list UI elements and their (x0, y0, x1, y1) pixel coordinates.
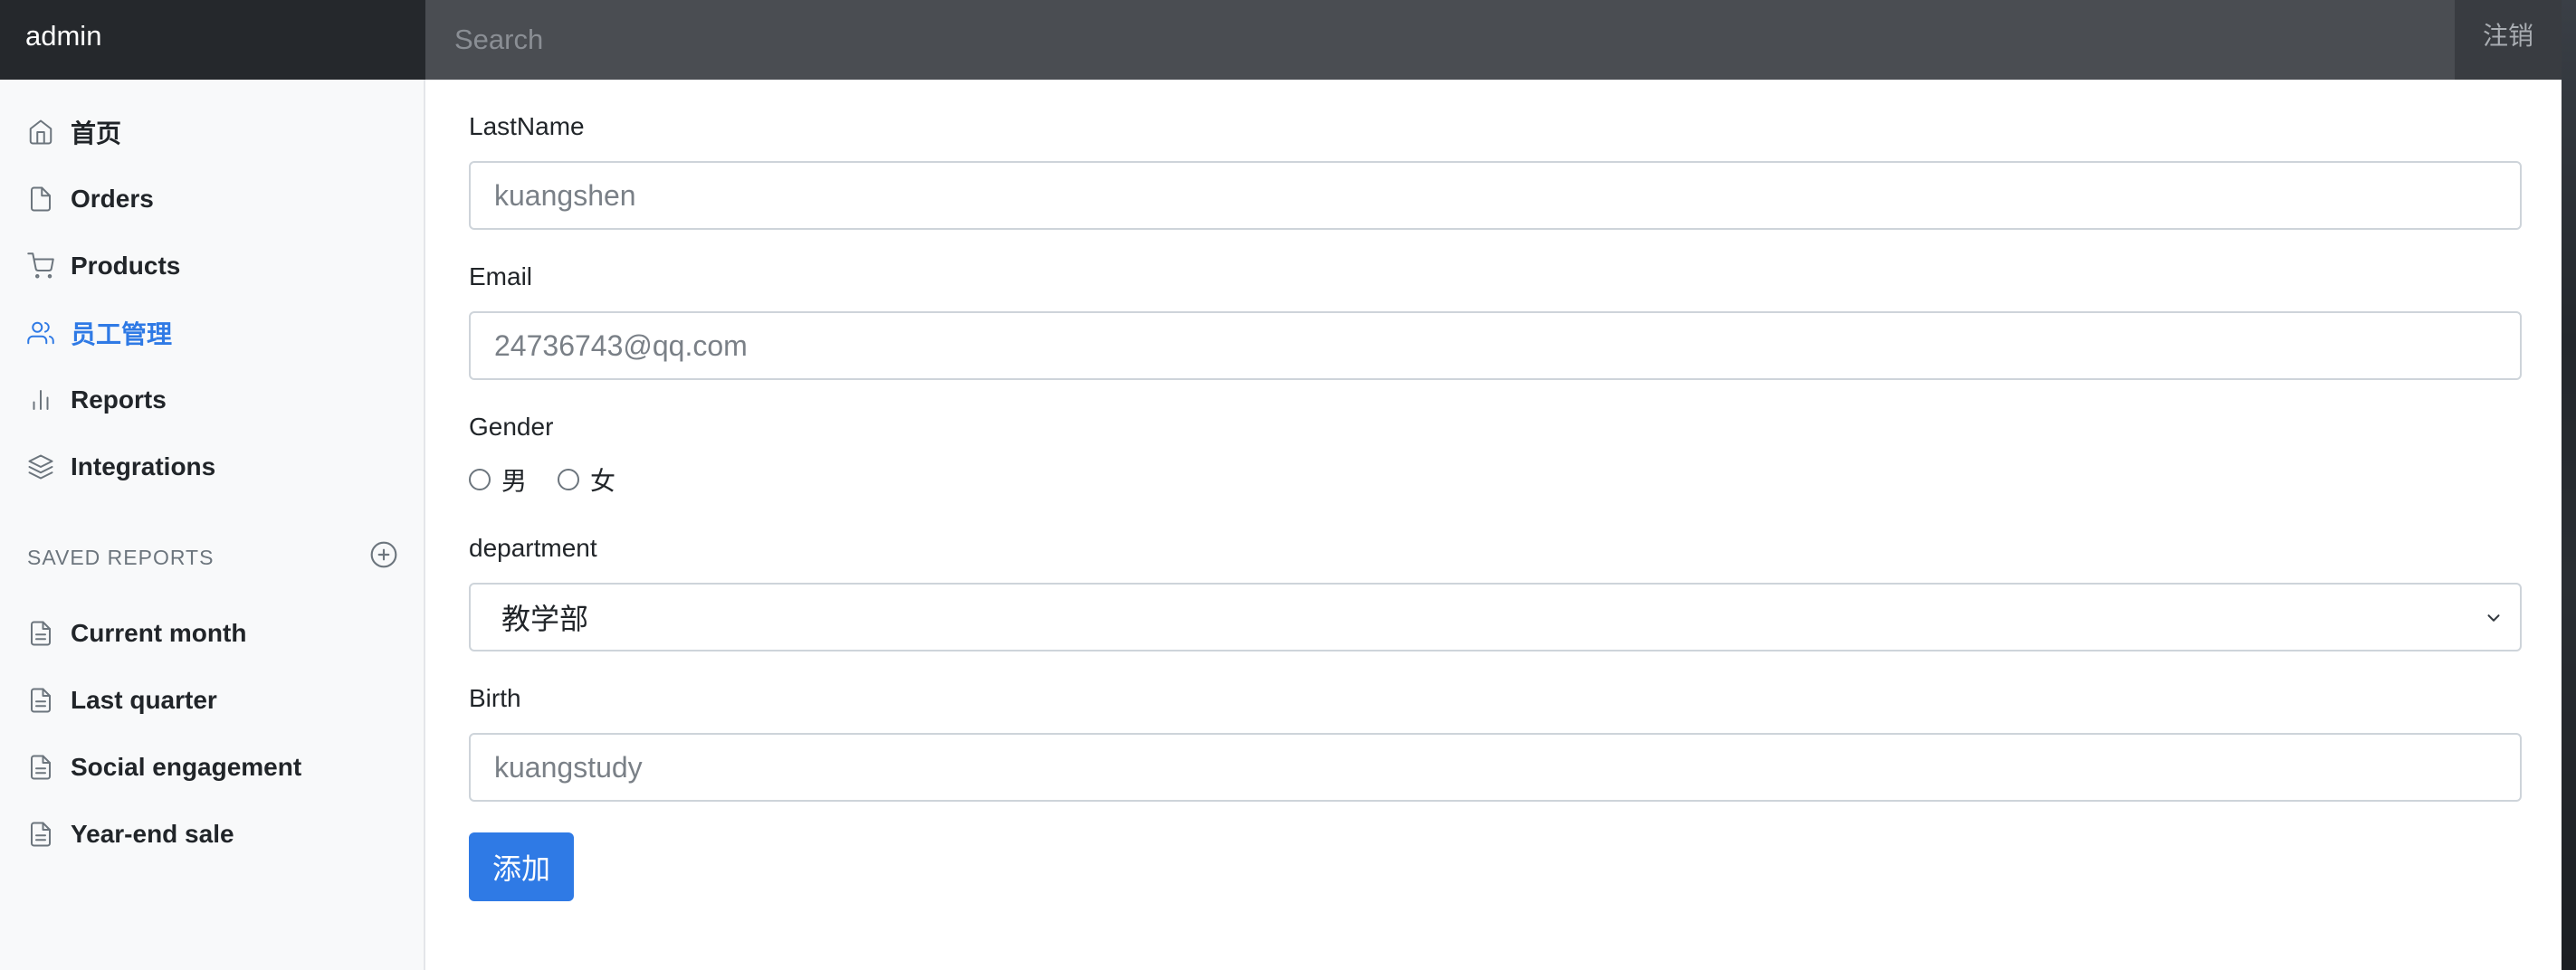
sidebar-item-products[interactable]: Products (25, 241, 180, 291)
sidebar-item-reports[interactable]: Reports (25, 375, 167, 425)
radio-label: 女 (590, 467, 616, 495)
sidebar-item-employees[interactable]: 员工管理 (25, 308, 172, 358)
layers-icon (25, 452, 56, 482)
users-icon (25, 318, 56, 348)
add-button[interactable]: 添加 (469, 832, 574, 901)
sidebar-item-label: Reports (71, 385, 167, 414)
department-select[interactable]: 教学部 (469, 583, 2522, 651)
file-text-icon (25, 685, 56, 716)
plus-circle-icon[interactable] (369, 540, 398, 575)
radio-label: 男 (501, 467, 528, 495)
saved-reports-heading: SAVED REPORTS (27, 539, 398, 575)
department-label: department (469, 534, 597, 562)
radio-button[interactable] (469, 469, 491, 490)
saved-report-current-month[interactable]: Current month (25, 608, 246, 659)
gender-option-female[interactable]: 女 (558, 461, 615, 498)
saved-report-last-quarter[interactable]: Last quarter (25, 675, 217, 726)
gender-radio-group: 男 女 (469, 463, 646, 496)
search-input[interactable] (425, 0, 2455, 80)
gender-option-male[interactable]: 男 (469, 461, 527, 498)
top-navbar: admin 注销 (0, 0, 2562, 80)
sidebar-item-integrations[interactable]: Integrations (25, 442, 215, 492)
sidebar-item-label: 员工管理 (71, 320, 173, 348)
signout-link[interactable]: 注销 (2455, 0, 2562, 80)
saved-report-label: Year-end sale (71, 820, 234, 848)
birth-input[interactable] (469, 733, 2522, 802)
saved-report-social-engagement[interactable]: Social engagement (25, 742, 301, 793)
sidebar-item-label: 首页 (71, 119, 122, 147)
email-label: Email (469, 262, 533, 290)
shopping-cart-icon (25, 251, 56, 281)
radio-button[interactable] (558, 469, 580, 490)
lastname-label: LastName (469, 112, 585, 140)
saved-report-label: Last quarter (71, 686, 217, 714)
sidebar: 首页 Orders Products 员工管理 Reports Integrat… (0, 80, 425, 970)
saved-report-year-end-sale[interactable]: Year-end sale (25, 809, 234, 860)
saved-reports-title: SAVED REPORTS (27, 545, 215, 569)
department-selected-value: 教学部 (501, 603, 589, 635)
home-icon (25, 117, 56, 147)
gender-label: Gender (469, 413, 554, 441)
file-text-icon (25, 819, 56, 850)
lastname-input[interactable] (469, 161, 2522, 230)
email-input[interactable] (469, 311, 2522, 380)
file-text-icon (25, 752, 56, 783)
file-text-icon (25, 618, 56, 649)
brand-logo[interactable]: admin (0, 0, 425, 80)
app-window: admin 注销 首页 Orders Products (0, 0, 2562, 970)
employee-form: LastName Email Gender 男 女 department 教学部… (425, 80, 2562, 970)
saved-report-label: Social engagement (71, 753, 302, 781)
sidebar-item-home[interactable]: 首页 (25, 107, 121, 157)
bar-chart-icon (25, 385, 56, 415)
sidebar-item-label: Products (71, 252, 181, 280)
chevron-down-icon (2487, 614, 2500, 622)
sidebar-item-label: Integrations (71, 452, 216, 480)
file-icon (25, 184, 56, 214)
saved-report-label: Current month (71, 619, 247, 647)
desktop-background (2562, 0, 2576, 970)
sidebar-item-label: Orders (71, 185, 154, 213)
birth-label: Birth (469, 684, 521, 712)
sidebar-item-orders[interactable]: Orders (25, 174, 154, 224)
